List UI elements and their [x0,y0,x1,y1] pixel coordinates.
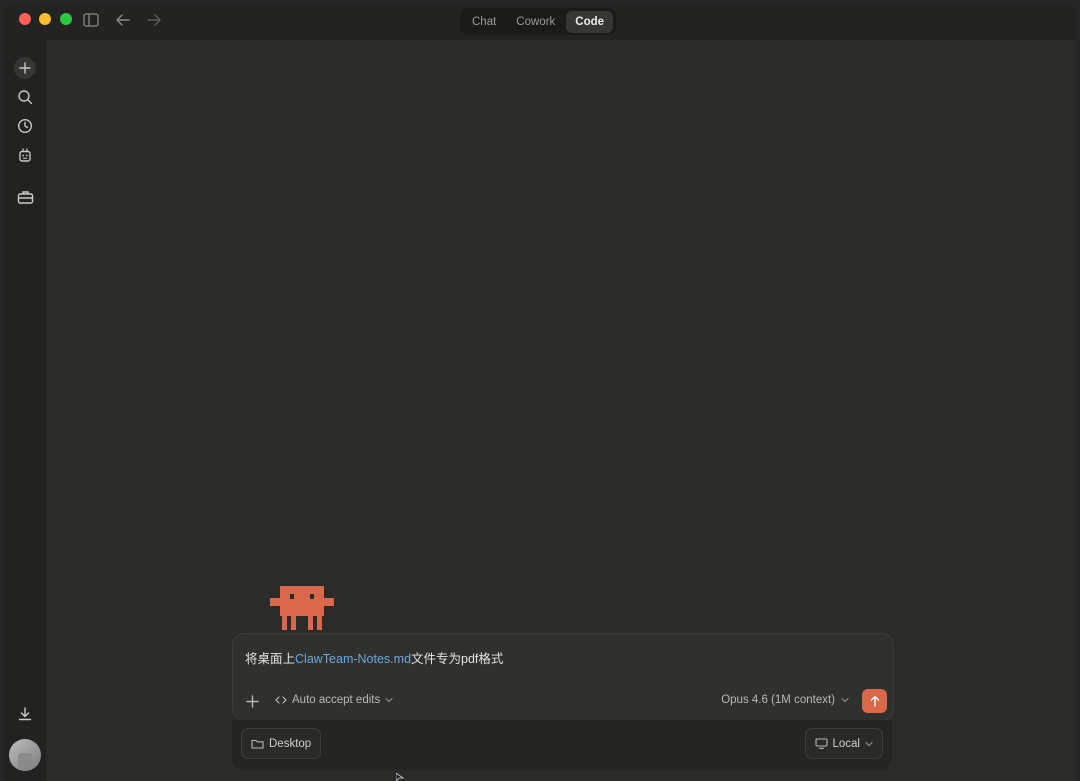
environment-label: Local [832,737,861,750]
chevron-down-icon [865,741,873,746]
new-session-button[interactable] [14,57,36,79]
sidebar [4,40,46,781]
chevron-down-icon [841,697,849,703]
sidebar-toggle-icon[interactable] [82,11,100,29]
clock-icon [17,118,33,134]
model-selector[interactable]: Opus 4.6 (1M context) [721,694,849,706]
monitor-icon [814,738,828,749]
file-mention[interactable]: ClawTeam-Notes.md [295,652,411,666]
plus-icon [19,62,31,74]
chevron-down-icon [385,697,393,703]
app-window: Chat Cowork Code 将桌面上ClawTeam-Notes.md文件… [4,2,1076,781]
plus-icon [245,694,259,708]
folder-selector[interactable]: Desktop [241,728,322,759]
forward-arrow-icon[interactable] [145,11,163,29]
arrow-up-icon [870,695,879,707]
search-icon [18,90,33,105]
zoom-window-button[interactable] [60,13,72,25]
avatar[interactable] [9,739,41,771]
download-button[interactable] [14,703,36,725]
code-icon [275,696,287,704]
prompt-text-suffix: 文件专为pdf格式 [411,652,504,666]
session-options-bar: Desktop Local [232,720,892,770]
agents-button[interactable] [14,144,36,166]
auto-accept-label: Auto accept edits [292,694,381,706]
mode-switcher: Chat Cowork Code [460,8,617,35]
toolbox-icon [17,191,33,204]
close-window-button[interactable] [19,13,31,25]
minimize-window-button[interactable] [39,13,51,25]
robot-icon [19,148,31,162]
tab-chat[interactable]: Chat [463,11,505,33]
folder-icon [251,739,264,749]
prompt-text-prefix: 将桌面上 [245,652,296,666]
auto-accept-edits-dropdown[interactable]: Auto accept edits [275,694,393,706]
search-button[interactable] [14,86,36,108]
send-button[interactable] [862,689,887,713]
prompt-composer[interactable]: 将桌面上ClawTeam-Notes.md文件专为pdf格式 Auto acce… [232,633,894,721]
tab-cowork[interactable]: Cowork [507,11,564,33]
download-icon [18,707,32,721]
toolbox-button[interactable] [14,186,36,208]
title-bar: Chat Cowork Code [4,2,1076,40]
mascot-icon [270,586,334,630]
tab-code[interactable]: Code [566,10,614,33]
mouse-cursor-icon [396,773,404,781]
folder-label: Desktop [269,737,312,750]
environment-selector[interactable]: Local [804,728,883,759]
prompt-input[interactable]: 将桌面上ClawTeam-Notes.md文件专为pdf格式 [245,648,503,667]
attach-button[interactable] [243,692,261,710]
model-label: Opus 4.6 (1M context) [721,694,835,706]
back-arrow-icon[interactable] [114,11,132,29]
history-button[interactable] [14,115,36,137]
